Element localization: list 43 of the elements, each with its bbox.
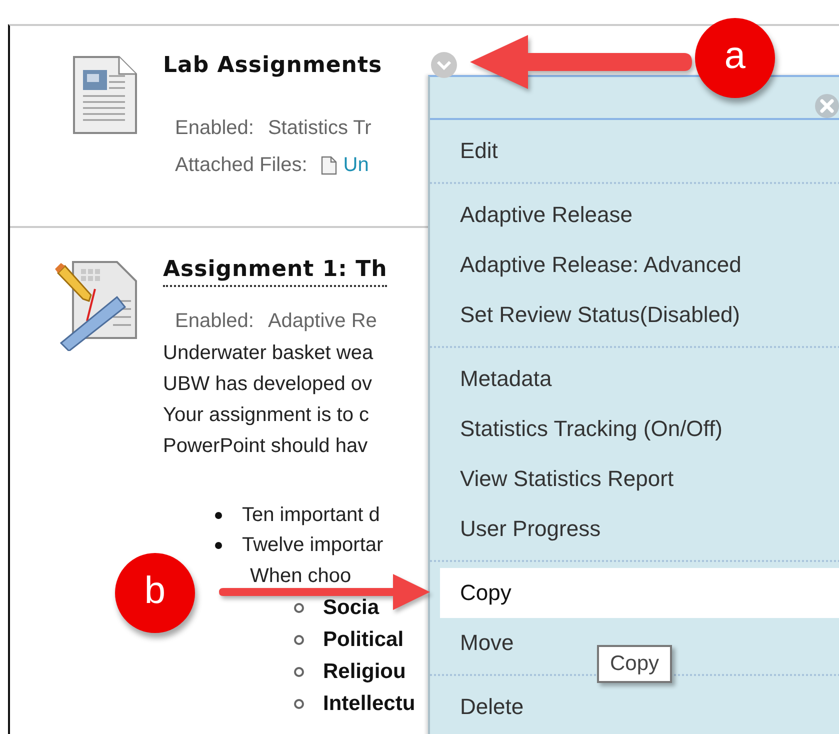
bullet-text: Twelve importar [242,534,384,556]
enabled-value: Adaptive Re [268,309,377,334]
menu-item[interactable]: Set Review Status(Disabled) [430,290,750,340]
menu-item[interactable]: Adaptive Release: Advanced [430,240,752,290]
menu-item[interactable]: Copy [440,568,839,618]
bullet-circle [294,603,304,613]
pencil-ruler-icon [55,261,137,351]
note-text: When choo [249,564,352,589]
bullet-circle [294,667,304,677]
chevron-down-icon[interactable] [430,51,458,79]
bullet-text: Ten important d [242,504,380,526]
bullet-text: Intellectu [323,692,416,716]
bullet-dot [215,512,222,518]
file-icon [321,156,338,174]
menu-item[interactable]: Move [430,618,524,668]
description-line: Underwater basket wea [163,341,374,366]
item-title[interactable]: Lab Assignments [163,51,382,81]
enabled-value: Statistics Tr [268,116,372,141]
enabled-label: Enabled: [175,309,254,334]
close-icon[interactable] [814,93,839,119]
attached-files-label: Attached Files: [175,153,308,178]
menu-item[interactable]: Statistics Tracking (On/Off) [430,404,732,454]
bullet-text: Political [323,628,404,652]
menu-item[interactable]: User Progress [430,504,611,554]
description-line: Your assignment is to c [163,403,370,428]
tooltip: Copy [597,645,672,683]
callout-badge: b [115,553,195,633]
bullet-text: Religiou [323,660,406,684]
menu-item[interactable]: Metadata [430,354,562,404]
enabled-label: Enabled: [175,116,254,141]
document-icon [73,56,137,134]
bullet-text: Socia [323,596,380,620]
description-line: UBW has developed ov [163,372,372,397]
bullet-circle [294,635,304,645]
bullet-dot [215,542,222,548]
file-link[interactable]: Un [343,151,369,179]
description-line: PowerPoint should hav [163,434,368,459]
menu-item[interactable]: Edit [430,126,508,176]
menu-item[interactable]: Adaptive Release [430,190,642,240]
bullet-circle [294,699,304,709]
menu-item[interactable]: View Statistics Report [430,454,684,504]
item-title[interactable]: Assignment 1: Th [163,255,388,287]
menu-item[interactable]: Delete [430,682,534,732]
